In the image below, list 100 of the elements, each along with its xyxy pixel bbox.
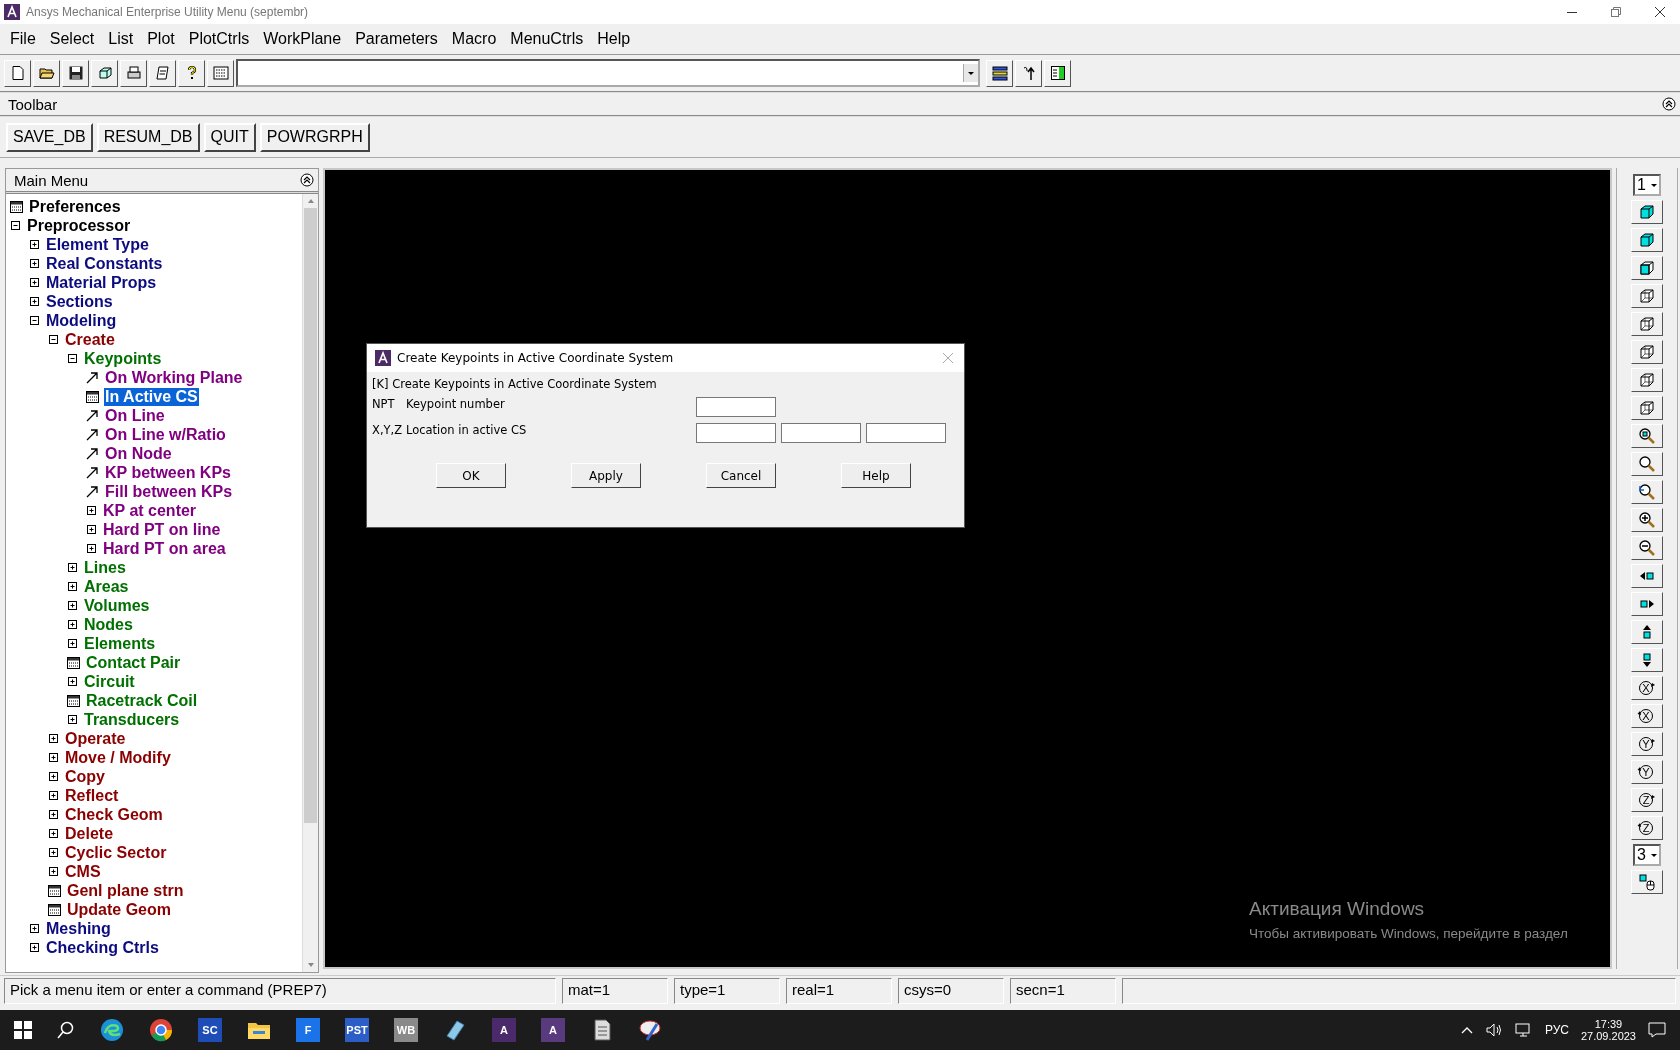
menu-item[interactable]: Select <box>49 30 95 48</box>
expand-icon[interactable] <box>86 524 97 535</box>
open-folder-button[interactable] <box>33 59 60 87</box>
menu-tree-item[interactable]: Reflect <box>64 786 120 805</box>
menu-tree-item[interactable]: Element Type <box>45 235 150 254</box>
new-file-button[interactable] <box>4 59 31 87</box>
rotate-button[interactable]: Y <box>1631 732 1663 756</box>
expand-icon[interactable] <box>48 733 59 744</box>
dropdown[interactable]: 1 <box>1633 174 1661 196</box>
toolbar-button[interactable]: SAVE_DB <box>6 122 93 152</box>
collapse-icon[interactable] <box>300 173 314 187</box>
menu-tree-item[interactable]: On Node <box>104 444 173 463</box>
menu-tree-item[interactable]: Meshing <box>45 919 112 938</box>
view-button[interactable] <box>1631 312 1663 336</box>
arrow-up-button[interactable] <box>1015 59 1042 87</box>
zoom-button[interactable] <box>1631 424 1663 448</box>
keyboard-button[interactable] <box>207 59 234 87</box>
menu-tree-item[interactable]: Elements <box>83 634 157 653</box>
menu-item[interactable]: Macro <box>451 30 497 48</box>
pan-button[interactable] <box>1631 620 1663 644</box>
dialog-button[interactable]: Help <box>841 463 911 488</box>
menu-tree-item[interactable]: In Active CS <box>104 387 199 406</box>
menu-item[interactable]: File <box>10 30 36 48</box>
expand-icon[interactable] <box>67 562 78 573</box>
clock-date[interactable]: 27.09.2023 <box>1580 1030 1636 1042</box>
menu-tree-item[interactable]: Hard PT on area <box>102 539 227 558</box>
report-button[interactable] <box>149 59 176 87</box>
layers-button[interactable] <box>986 59 1013 87</box>
dropdown[interactable]: 3 <box>1633 844 1661 866</box>
rotate-button[interactable]: X <box>1631 704 1663 728</box>
network-icon[interactable] <box>1514 1022 1533 1038</box>
app-tile[interactable]: PST <box>345 1018 369 1042</box>
restore-icon[interactable] <box>1610 6 1622 18</box>
collapse-icon[interactable] <box>67 353 78 364</box>
menu-tree-item[interactable]: Circuit <box>83 672 136 691</box>
menu-tree-item[interactable]: Material Props <box>45 273 158 292</box>
menu-tree-item[interactable]: Keypoints <box>83 349 163 368</box>
dialog-button[interactable]: Cancel <box>706 463 776 488</box>
browser-icon[interactable] <box>149 1018 173 1042</box>
expand-icon[interactable] <box>48 828 59 839</box>
clock-time[interactable]: 17:39 <box>1594 1018 1623 1030</box>
expand-icon[interactable] <box>67 676 78 687</box>
view-button[interactable] <box>1631 284 1663 308</box>
rotate-button[interactable]: Z <box>1631 788 1663 812</box>
command-input[interactable] <box>236 59 980 87</box>
scrollbar[interactable] <box>302 194 318 972</box>
search-icon[interactable] <box>57 1021 75 1039</box>
printer-button[interactable] <box>120 59 147 87</box>
expand-icon[interactable] <box>29 923 40 934</box>
pan-button[interactable] <box>1631 648 1663 672</box>
pan-button[interactable] <box>1631 564 1663 588</box>
menu-tree-item[interactable]: On Line <box>104 406 166 425</box>
expand-icon[interactable] <box>67 714 78 725</box>
menu-tree-item[interactable]: Real Constants <box>45 254 164 273</box>
speaker-icon[interactable] <box>1484 1022 1503 1038</box>
menu-tree-item[interactable]: Copy <box>64 767 106 786</box>
menu-tree-item[interactable]: Nodes <box>83 615 134 634</box>
menu-item[interactable]: Help <box>597 30 631 48</box>
menu-tree-item[interactable]: Volumes <box>83 596 151 615</box>
menu-tree-item[interactable]: CMS <box>64 862 102 881</box>
help-button[interactable] <box>178 59 205 87</box>
menu-tree-item[interactable]: Lines <box>83 558 127 577</box>
view-button[interactable] <box>1631 368 1663 392</box>
menu-tree-item[interactable]: Sections <box>45 292 114 311</box>
input-field[interactable] <box>696 397 776 417</box>
zoom-button[interactable] <box>1631 452 1663 476</box>
graphics-window[interactable] <box>323 168 1612 969</box>
expand-icon[interactable] <box>48 809 59 820</box>
view-button[interactable] <box>1631 200 1663 224</box>
dynamic-mode-button[interactable] <box>1631 870 1663 894</box>
menu-item[interactable]: MenuCtrls <box>510 30 584 48</box>
expand-icon[interactable] <box>48 866 59 877</box>
expand-icon[interactable] <box>67 638 78 649</box>
expand-icon[interactable] <box>48 790 59 801</box>
menu-tree-item[interactable]: Delete <box>64 824 115 843</box>
close-icon[interactable] <box>1654 6 1666 18</box>
toolbar-button[interactable]: RESUM_DB <box>96 122 200 152</box>
pan-button[interactable] <box>1631 592 1663 616</box>
expand-icon[interactable] <box>29 942 40 953</box>
expand-icon[interactable] <box>67 619 78 630</box>
input-field[interactable] <box>866 423 946 443</box>
menu-tree-item[interactable]: Contact Pair <box>85 653 182 672</box>
rotate-button[interactable]: X <box>1631 676 1663 700</box>
menu-item[interactable]: PlotCtrls <box>188 30 250 48</box>
menu-tree-item[interactable]: Areas <box>83 577 130 596</box>
expand-icon[interactable] <box>48 752 59 763</box>
collapse-icon[interactable] <box>1662 97 1676 111</box>
menu-tree-item[interactable]: Cyclic Sector <box>64 843 168 862</box>
menu-tree-item[interactable]: Modeling <box>45 311 118 330</box>
menu-tree-item[interactable]: On Line w/Ratio <box>104 425 227 444</box>
menu-tree-item[interactable]: Racetrack Coil <box>85 691 199 710</box>
expand-icon[interactable] <box>67 600 78 611</box>
toolbar-button[interactable]: POWRGRPH <box>259 122 370 152</box>
start-icon[interactable] <box>14 1021 32 1039</box>
menu-tree-item[interactable]: KP between KPs <box>104 463 232 482</box>
menu-item[interactable]: WorkPlane <box>263 30 342 48</box>
collapse-icon[interactable] <box>29 315 40 326</box>
expand-icon[interactable] <box>29 258 40 269</box>
rotate-button[interactable]: Z <box>1631 816 1663 840</box>
zoom-button[interactable] <box>1631 536 1663 560</box>
